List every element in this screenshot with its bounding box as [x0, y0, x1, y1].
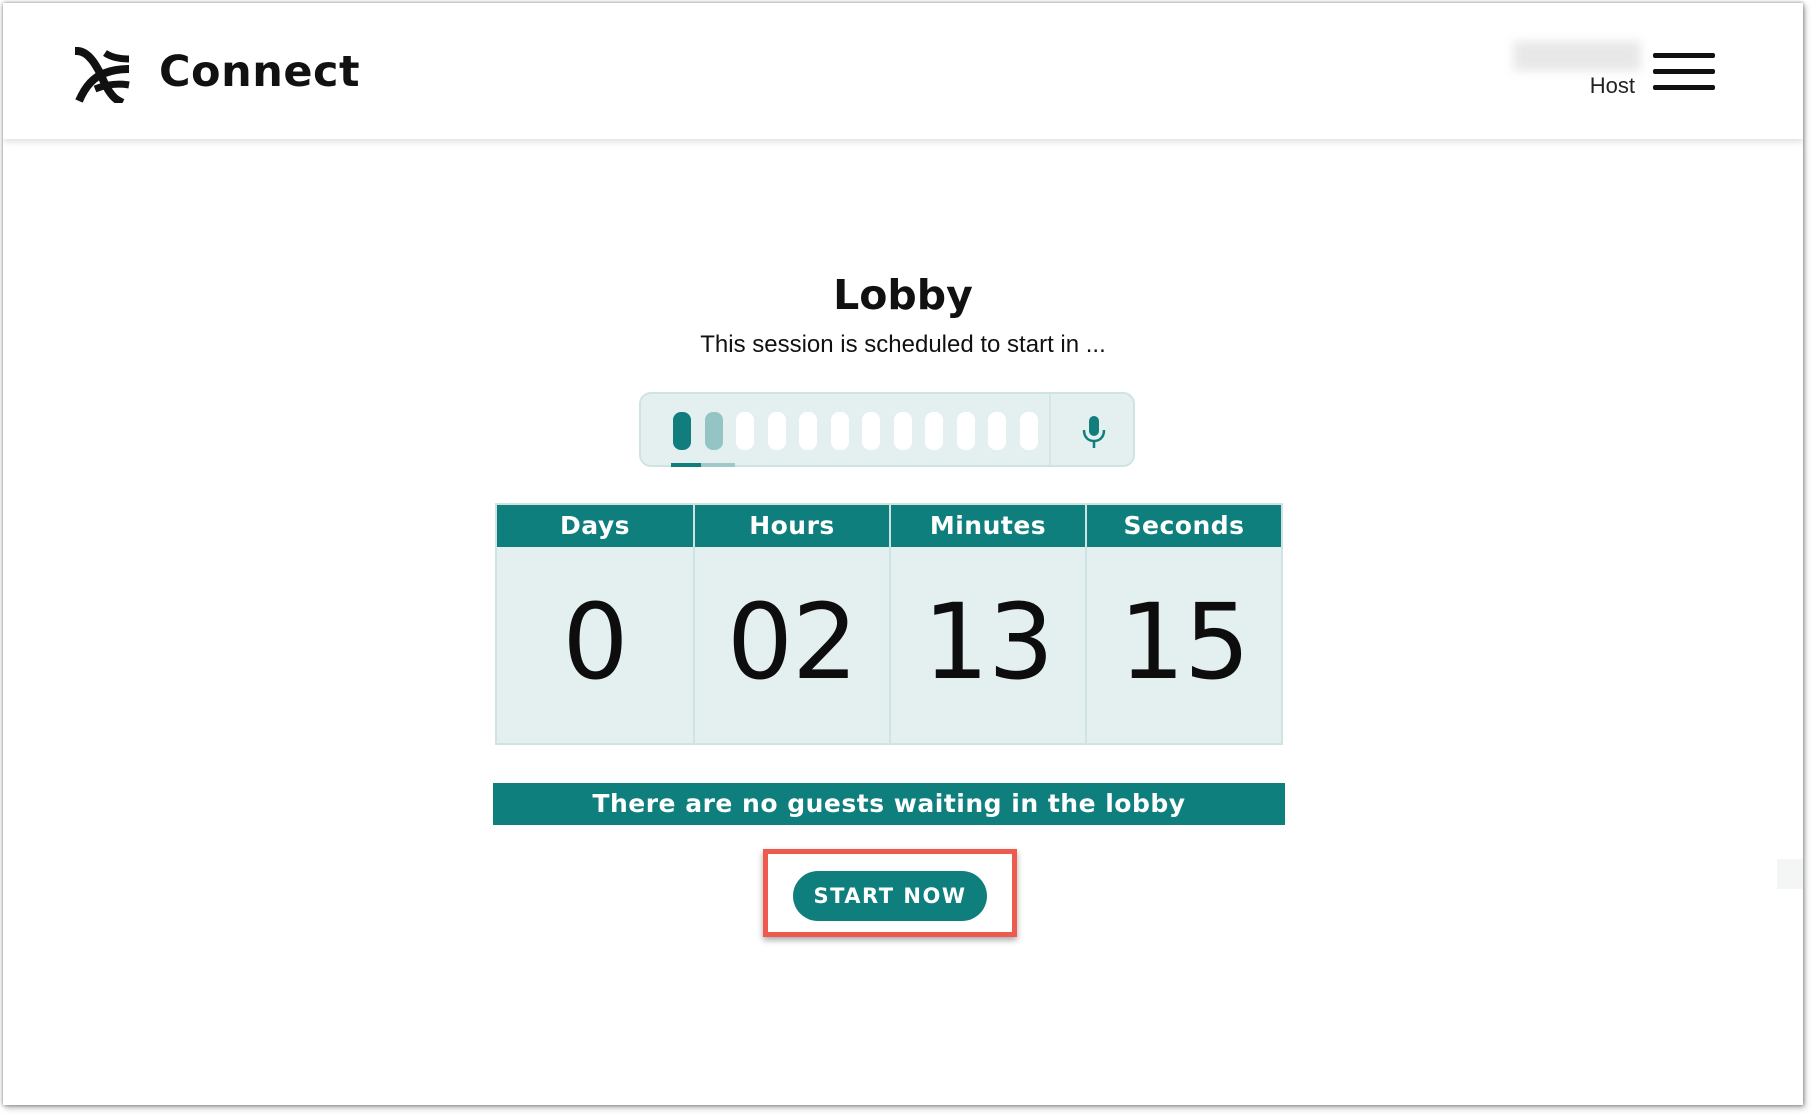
- countdown-label: Hours: [695, 505, 889, 547]
- mic-level-bar: [862, 412, 880, 450]
- mic-underline: [671, 463, 735, 467]
- hamburger-menu-icon[interactable]: [1653, 53, 1715, 93]
- page-subtitle: This session is scheduled to start in ..…: [700, 331, 1106, 358]
- mic-level-bar: [988, 412, 1006, 450]
- countdown-label: Days: [497, 505, 693, 547]
- top-header: Connect Host: [3, 3, 1803, 139]
- mic-level-bar: [830, 412, 849, 450]
- mic-level-bar: [925, 412, 943, 450]
- countdown-value: 02: [726, 581, 858, 703]
- mic-level-bar: [673, 412, 691, 450]
- mic-divider: [1049, 394, 1051, 465]
- mic-level-bar: [956, 412, 975, 450]
- mic-level-bar: [736, 412, 754, 450]
- countdown-label: Minutes: [891, 505, 1085, 547]
- mic-level-bar: [893, 412, 912, 450]
- mic-level-meter[interactable]: [639, 392, 1135, 467]
- countdown-value: 13: [922, 581, 1054, 703]
- mic-level-bar: [767, 412, 786, 450]
- microphone-icon[interactable]: [1081, 414, 1107, 450]
- countdown-minutes: Minutes 13: [889, 505, 1085, 743]
- countdown-hours: Hours 02: [693, 505, 889, 743]
- countdown-days: Days 0: [497, 505, 693, 743]
- start-now-button[interactable]: START NOW: [793, 871, 987, 921]
- mic-underline-fill: [671, 463, 701, 467]
- mic-level-bar: [1019, 412, 1038, 450]
- user-role: Host: [1589, 73, 1635, 98]
- page-title: Lobby: [833, 271, 973, 319]
- app-window: Connect Host Lobby This session is sched…: [3, 3, 1803, 1105]
- mic-level-bar: [704, 412, 723, 450]
- countdown-value: 0: [562, 581, 628, 703]
- user-account[interactable]: Host: [1513, 41, 1641, 101]
- user-name-redacted: [1513, 41, 1641, 71]
- app-title: Connect: [159, 47, 361, 97]
- countdown-timer: Days 0 Hours 02 Minutes 13 Seconds 15: [495, 503, 1283, 745]
- mic-level-bar: [799, 412, 817, 450]
- guests-status-banner: There are no guests waiting in the lobby: [493, 783, 1285, 825]
- countdown-label: Seconds: [1087, 505, 1281, 547]
- connect-logo-icon[interactable]: [75, 47, 131, 103]
- countdown-seconds: Seconds 15: [1085, 505, 1281, 743]
- countdown-value: 15: [1118, 581, 1250, 703]
- side-tab[interactable]: [1777, 859, 1803, 889]
